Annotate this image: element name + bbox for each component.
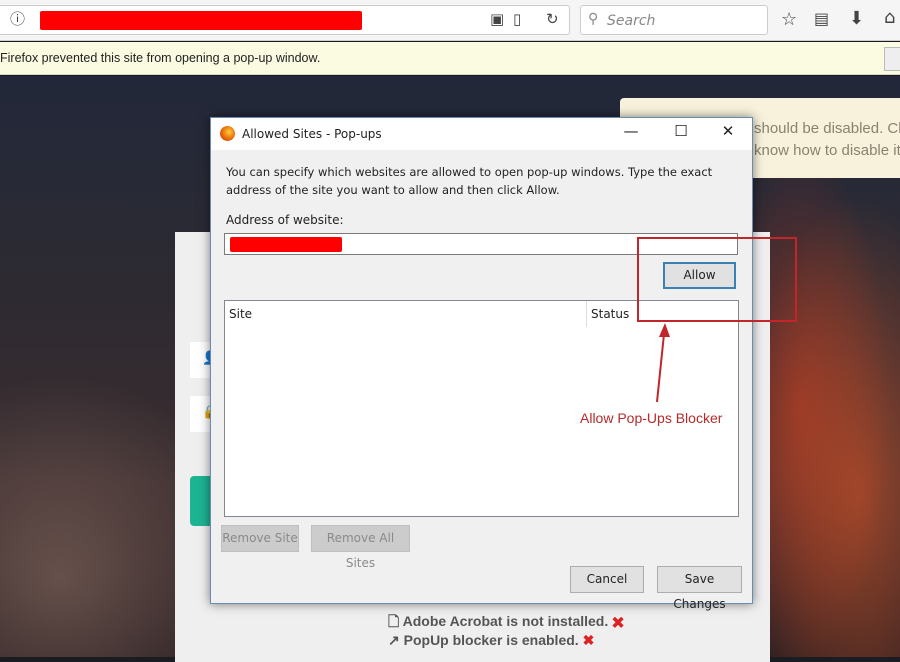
annotation-label: Allow Pop-Ups Blocker bbox=[580, 410, 723, 426]
annotation-arrow bbox=[656, 323, 670, 403]
